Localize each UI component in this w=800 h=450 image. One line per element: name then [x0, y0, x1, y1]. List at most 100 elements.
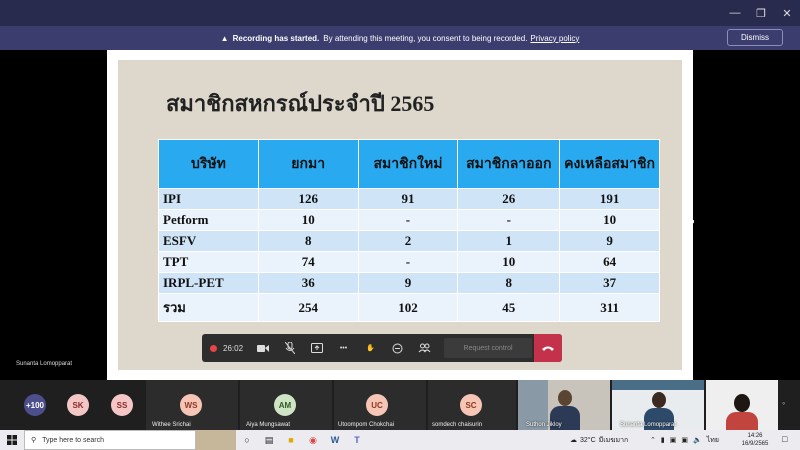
task-view-icon[interactable]: ▤ — [258, 430, 280, 450]
teams-icon[interactable]: T — [346, 430, 368, 450]
share-screen-button[interactable] — [303, 334, 330, 362]
file-explorer-icon[interactable]: ■ — [280, 430, 302, 450]
table-cell: 9 — [357, 272, 459, 294]
participant-video[interactable]: Suthon Jikloy — [518, 380, 610, 430]
chevron-up-icon[interactable]: ⌃ — [650, 436, 656, 444]
slide-title: สมาชิกสหกรณ์ประจำปี 2565 — [166, 91, 435, 116]
close-button[interactable]: ✕ — [774, 0, 800, 26]
table-cell: 8 — [257, 230, 359, 252]
camera-button[interactable] — [249, 334, 276, 362]
participants-button[interactable] — [411, 334, 438, 362]
avatar[interactable]: SS — [111, 394, 133, 416]
system-tray: ⌃ ▮ ▣ ▣ 🔈 ไทย — [650, 430, 719, 450]
maximize-button[interactable]: ❐ — [748, 0, 774, 26]
recording-title: Recording has started. — [232, 33, 320, 43]
person-head — [558, 390, 572, 406]
person-body — [726, 412, 758, 430]
recording-message: By attending this meeting, you consent t… — [323, 33, 528, 43]
gallery-options-icon[interactable]: ◦ — [782, 398, 785, 408]
hang-up-button[interactable] — [534, 334, 562, 362]
table-cell: 91 — [357, 188, 459, 210]
camera-icon — [256, 344, 269, 352]
table-cell: 10 — [457, 251, 561, 273]
header-remaining: คงเหลือสมาชิก — [559, 139, 660, 189]
table-cell: 1 — [457, 230, 561, 252]
phone-hangup-icon — [542, 346, 554, 351]
table-cell: 191 — [559, 188, 660, 210]
participant-name: Aiya Mungsawat — [246, 422, 291, 428]
table-cell: 2 — [357, 230, 459, 252]
search-icon: ⚲ — [31, 437, 37, 444]
table-cell: 10 — [559, 209, 660, 231]
weather-widget[interactable]: ☁ 32°C มีเมฆมาก — [570, 430, 628, 450]
table-cell: 8 — [457, 272, 561, 294]
clock[interactable]: 14:26 16/9/2565 — [736, 432, 774, 448]
privacy-policy-link[interactable]: Privacy policy — [530, 34, 579, 43]
more-options-button[interactable]: ••• — [330, 334, 357, 362]
table-cell: 45 — [457, 293, 561, 322]
table-row: TPT 74 - 10 64 — [158, 251, 660, 273]
temperature: 32°C — [580, 436, 596, 444]
raise-hand-button[interactable]: ✋ — [357, 334, 384, 362]
notifications-icon[interactable]: □ — [782, 434, 787, 444]
volume-icon[interactable]: 🔈 — [693, 436, 702, 444]
video-background — [612, 380, 704, 390]
battery-icon[interactable]: ▮ — [661, 436, 665, 444]
table-cell: 36 — [257, 272, 359, 294]
windows-taskbar: ⚲ Type here to search ○ ▤ ■ ◉ W T ☁ 32°C… — [0, 430, 800, 450]
weather-status: มีเมฆมาก — [598, 436, 629, 444]
table-cell: 126 — [257, 188, 359, 210]
table-cell: Petform — [158, 209, 259, 231]
participant-tile[interactable]: WS Withee Srichai — [146, 380, 238, 430]
search-highlight-image[interactable] — [196, 430, 236, 450]
camera-tray-icon[interactable]: ▣ — [670, 436, 677, 444]
taskbar-search[interactable]: ⚲ Type here to search — [24, 430, 196, 450]
table-cell: 102 — [357, 293, 459, 322]
avatar[interactable]: SK — [67, 394, 89, 416]
windows-logo-icon — [7, 435, 17, 445]
dismiss-button[interactable]: Dismiss — [727, 29, 783, 46]
self-video[interactable] — [706, 380, 778, 430]
slide: สมาชิกสหกรณ์ประจำปี 2565 บริษัท ยกมา สมา… — [118, 60, 682, 370]
meeting-toolbar: 26:02 ••• ✋ Request control — [202, 334, 562, 362]
table-header-row: บริษัท ยกมา สมาชิกใหม่ สมาชิกลาออก คงเหล… — [158, 139, 660, 189]
people-icon — [418, 343, 431, 353]
cortana-icon[interactable]: ○ — [236, 430, 258, 450]
members-table: บริษัท ยกมา สมาชิกใหม่ สมาชิกลาออก คงเหล… — [158, 139, 660, 322]
participant-tile[interactable]: AM Aiya Mungsawat — [240, 380, 332, 430]
recording-dot-icon — [210, 344, 217, 352]
participant-name: somdech chaisurin — [432, 422, 483, 428]
clock-date: 16/9/2565 — [741, 441, 769, 447]
header-new-members: สมาชิกใหม่ — [357, 139, 459, 189]
mouse-cursor-icon: ↗ — [687, 218, 696, 229]
avatar: UC — [366, 394, 388, 416]
person-head — [734, 394, 750, 412]
more-participants-button[interactable]: +100 — [24, 394, 46, 416]
avatar: WS — [180, 394, 202, 416]
microphone-button[interactable] — [276, 334, 303, 362]
network-icon[interactable]: ▣ — [681, 436, 688, 444]
chat-button[interactable] — [384, 334, 411, 362]
table-row: ESFV 8 2 1 9 — [158, 230, 660, 252]
participant-tile[interactable]: SC somdech chaisurin — [428, 380, 516, 430]
table-cell: 311 — [559, 293, 660, 322]
table-cell: - — [357, 209, 459, 231]
participant-name: Suthon Jikloy — [526, 422, 562, 428]
request-control-button[interactable]: Request control — [444, 338, 533, 358]
chrome-icon[interactable]: ◉ — [302, 430, 324, 450]
window-titlebar: — ❐ ✕ — [0, 0, 800, 26]
header-resigned: สมาชิกลาออก — [457, 139, 561, 189]
table-cell: 254 — [257, 293, 359, 322]
table-cell: 26 — [457, 188, 561, 210]
hand-icon: ✋ — [366, 345, 375, 352]
participant-video[interactable]: Sunanta Lomopparat — [612, 380, 704, 430]
minimize-button[interactable]: — — [722, 0, 748, 26]
table-cell: ESFV — [158, 230, 259, 252]
start-button[interactable] — [0, 430, 24, 450]
participant-tile[interactable]: UC Utoompom Chokchai — [334, 380, 426, 430]
microphone-muted-icon — [284, 342, 295, 354]
table-cell: 37 — [559, 272, 660, 294]
participant-name: Sunanta Lomopparat — [620, 422, 677, 428]
input-language[interactable]: ไทย — [707, 435, 719, 446]
word-icon[interactable]: W — [324, 430, 346, 450]
